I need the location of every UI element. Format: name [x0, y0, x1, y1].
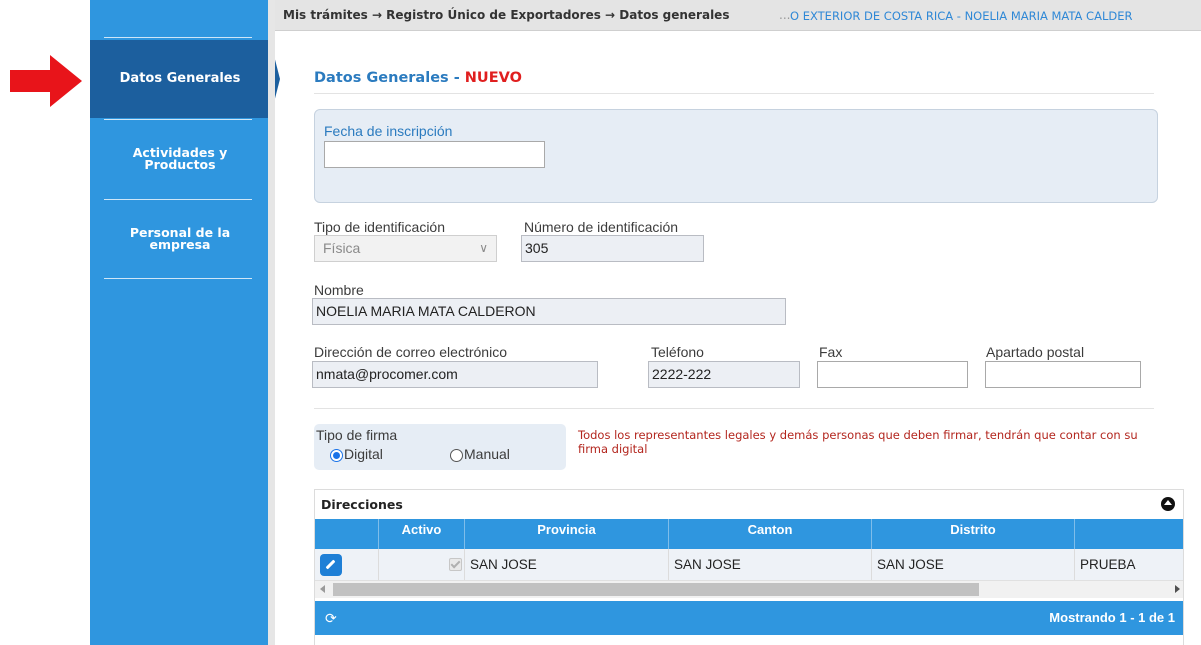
grid-header: Activo Provincia Canton Distrito: [315, 519, 1183, 549]
radio-digital-label[interactable]: Digital: [344, 446, 383, 462]
status-badge: NUEVO: [464, 70, 522, 86]
fecha-label: Fecha de inscripción: [324, 123, 453, 139]
num-id-label: Número de identificación: [524, 219, 679, 235]
page-title: Datos Generales - NUEVO: [314, 70, 522, 86]
sidebar-item-actividades[interactable]: Actividades y Productos: [90, 146, 270, 172]
email-field[interactable]: nmata@procomer.com: [312, 361, 598, 388]
fecha-input[interactable]: [324, 141, 545, 168]
sidebar-divider: [104, 119, 252, 120]
apartado-field[interactable]: [985, 361, 1141, 388]
tipo-id-select[interactable]: Física ∨: [314, 235, 497, 262]
provincia-cell: SAN JOSE: [465, 549, 669, 580]
arrow-right-icon: [10, 55, 82, 107]
fax-label: Fax: [819, 344, 843, 360]
fax-field[interactable]: [817, 361, 968, 388]
page-title-text: Datos Generales -: [314, 70, 465, 86]
column-header-provincia[interactable]: Provincia: [465, 519, 669, 549]
column-header: [315, 519, 379, 549]
firma-label: Tipo de firma: [316, 427, 398, 443]
tipo-id-label: Tipo de identificación: [314, 219, 446, 235]
sidebar-item-datos-generales[interactable]: Datos Generales: [90, 40, 270, 118]
grid-caption: Direcciones: [321, 497, 403, 512]
distrito-cell: SAN JOSE: [872, 549, 1075, 580]
breadcrumb-path[interactable]: Mis trámites → Registro Único de Exporta…: [283, 8, 729, 22]
nombre-field[interactable]: NOELIA MARIA MATA CALDERON: [312, 298, 786, 325]
radio-manual-label[interactable]: Manual: [464, 446, 510, 462]
breadcrumb-ellipsis: ...: [779, 8, 791, 22]
edit-cell: [315, 549, 379, 580]
tipo-firma-group: Tipo de firma Digital Manual: [314, 424, 566, 470]
apartado-label: Apartado postal: [986, 344, 1085, 360]
sidebar-item-label: Datos Generales: [119, 71, 241, 86]
scroll-left-icon[interactable]: [320, 585, 325, 593]
firma-note: Todos los representantes legales y demás…: [578, 428, 1138, 456]
canton-cell: SAN JOSE: [669, 549, 872, 580]
fecha-panel: Fecha de inscripción: [314, 109, 1158, 203]
extra-cell: PRUEBA: [1080, 557, 1136, 572]
column-header-distrito[interactable]: Distrito: [872, 519, 1075, 549]
scroll-right-icon[interactable]: [1175, 585, 1180, 593]
divider: [314, 93, 1154, 94]
sidebar-item-personal[interactable]: Personal de la empresa: [90, 226, 270, 252]
email-label: Dirección de correo electrónico: [314, 344, 507, 360]
sidebar-divider: [104, 37, 252, 38]
table-row[interactable]: SAN JOSE SAN JOSE SAN JOSE PRUEBA: [315, 549, 1183, 581]
direcciones-grid: Direcciones Activo Provincia Canton Dist…: [314, 489, 1184, 645]
column-header-activo[interactable]: Activo: [379, 519, 465, 549]
column-header: [1075, 519, 1183, 549]
sidebar-item-label: empresa: [149, 237, 211, 252]
breadcrumb-entity: O EXTERIOR DE COSTA RICA - NOELIA MARIA …: [790, 9, 1133, 23]
telefono-label: Teléfono: [651, 344, 704, 360]
telefono-field[interactable]: 2222-222: [648, 361, 800, 388]
pagination-info: Mostrando 1 - 1 de 1: [1049, 610, 1175, 625]
activo-checkbox[interactable]: [449, 558, 462, 571]
activo-cell: [379, 549, 465, 580]
edit-icon[interactable]: [320, 554, 342, 576]
refresh-icon[interactable]: ⟳: [325, 611, 337, 627]
sidebar-item-label: Productos: [144, 157, 216, 172]
grid-footer: ⟳ Mostrando 1 - 1 de 1: [315, 601, 1183, 635]
collapse-icon[interactable]: [1161, 497, 1175, 511]
breadcrumb: Mis trámites → Registro Único de Exporta…: [275, 0, 1201, 31]
horizontal-scrollbar[interactable]: [315, 581, 1183, 598]
divider: [314, 408, 1154, 409]
column-header-canton[interactable]: Canton: [669, 519, 872, 549]
sidebar: Datos Generales Actividades y Productos …: [90, 0, 280, 645]
num-id-field[interactable]: 305: [521, 235, 704, 262]
nombre-label: Nombre: [314, 282, 364, 298]
sidebar-divider: [104, 199, 252, 200]
radio-digital[interactable]: [330, 449, 343, 462]
tipo-id-value: Física: [323, 240, 361, 256]
sidebar-divider: [104, 278, 252, 279]
radio-manual[interactable]: [450, 449, 463, 462]
chevron-down-icon: ∨: [479, 241, 488, 255]
sidebar-border: [268, 0, 275, 645]
scrollbar-thumb[interactable]: [333, 583, 979, 596]
